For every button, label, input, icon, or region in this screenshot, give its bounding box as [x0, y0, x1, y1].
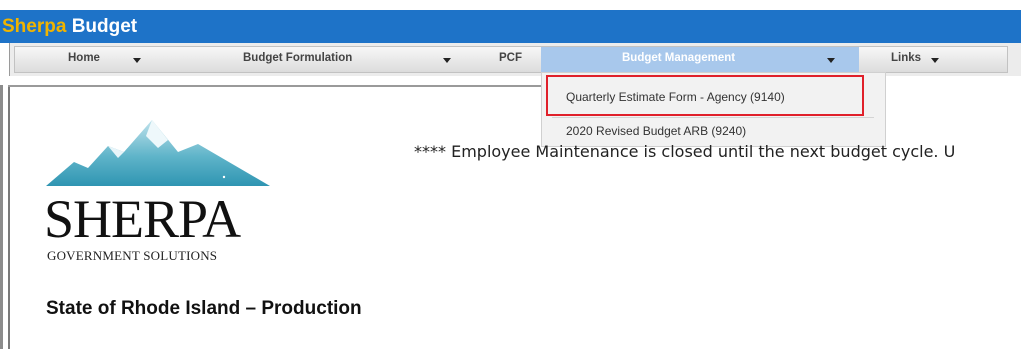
nav-item-budget-management[interactable]: Budget Management [541, 47, 859, 72]
app-title-budget: Budget [66, 16, 138, 37]
logo-subtitle: GOVERNMENT SOLUTIONS [47, 248, 218, 263]
dropdown-item-quarterly-estimate[interactable]: Quarterly Estimate Form - Agency (9140) [542, 80, 885, 114]
organization-title: State of Rhode Island – Production [46, 298, 362, 319]
top-strip [0, 0, 1021, 10]
nav-item-label: Budget Formulation [243, 52, 353, 64]
nav-item-links[interactable]: Links [859, 47, 1009, 72]
nav-item-label: PCF [499, 52, 522, 64]
frame-border [0, 85, 3, 349]
chevron-down-icon[interactable] [827, 58, 835, 63]
nav-item-label: Home [68, 52, 100, 64]
app-title-sherpa: Sherpa [2, 16, 67, 37]
mountain-logo-icon [46, 120, 270, 186]
chevron-down-icon[interactable] [931, 58, 939, 63]
frame-border [8, 85, 10, 349]
chevron-down-icon[interactable] [133, 58, 141, 63]
budget-management-dropdown: Quarterly Estimate Form - Agency (9140) … [541, 72, 886, 147]
chevron-down-icon[interactable] [443, 58, 451, 63]
logo-wordmark: SHERPA [44, 189, 241, 249]
app-title-bar: Sherpa Budget [0, 10, 1021, 43]
nav-item-label: Links [891, 52, 922, 64]
announcement-text: **** Employee Maintenance is closed unti… [414, 142, 956, 161]
nav-item-label: Budget Management [622, 52, 736, 64]
nav-item-home[interactable]: Home [15, 47, 180, 72]
nav-item-pcf[interactable]: PCF [465, 47, 541, 72]
frame-border [8, 85, 541, 87]
main-nav: Home Budget Formulation PCF Budget Manag… [14, 46, 1008, 73]
nav-item-budget-formulation[interactable]: Budget Formulation [180, 47, 465, 72]
